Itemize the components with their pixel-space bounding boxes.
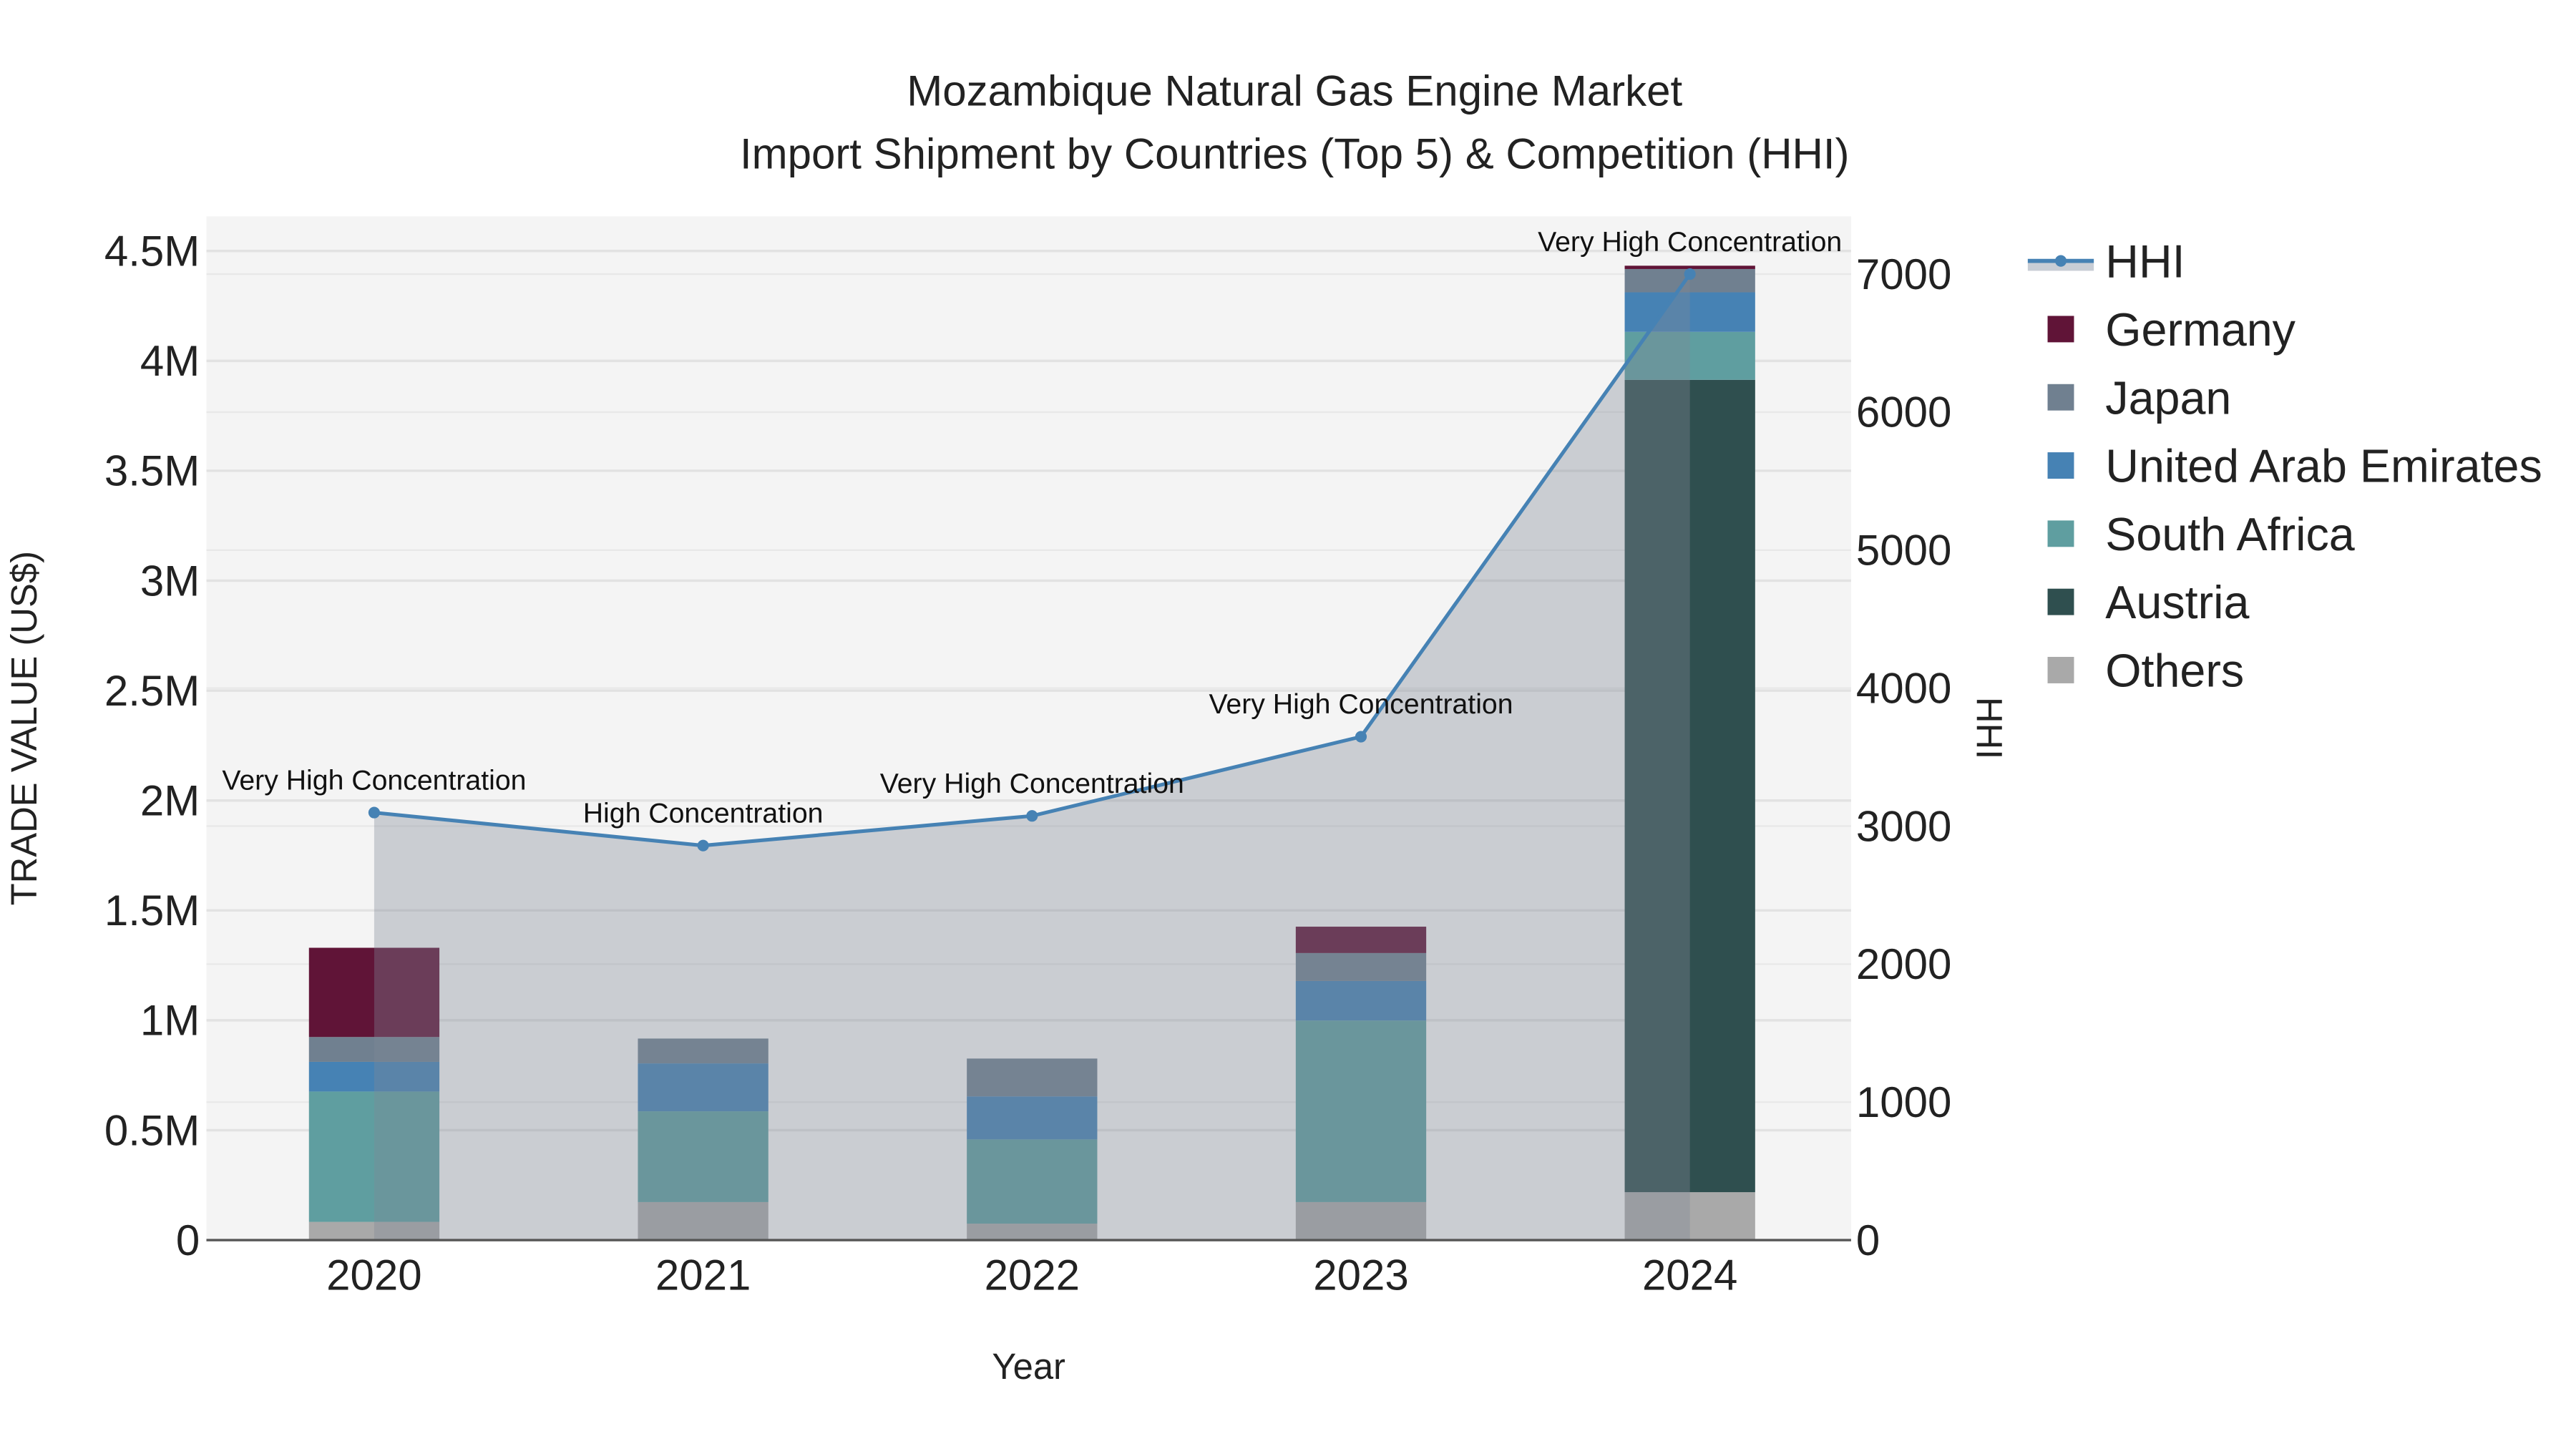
legend-item-hhi[interactable]: HHI xyxy=(2027,236,2185,288)
x-axis-title: Year xyxy=(992,1346,1065,1387)
chart: Very High Concentration High Concentratio… xyxy=(4,67,2542,1387)
y-tick-label: 2.5M xyxy=(104,667,200,715)
legend: HHI Germany Japan United Arab Emirates South… xyxy=(2027,236,2542,697)
hhi-point-2024 xyxy=(1684,268,1696,280)
y-tick-label: 3M xyxy=(140,557,200,605)
legend-label: South Africa xyxy=(2105,509,2354,560)
x-tick-label: 2024 xyxy=(1642,1251,1737,1299)
y-axis-title: TRADE VALUE (US$) xyxy=(4,551,44,905)
legend-item-others[interactable]: Others xyxy=(2047,645,2245,697)
hhi-annotation: High Concentration xyxy=(583,797,824,829)
y2-tick-label: 5000 xyxy=(1856,527,1951,575)
hhi-point-2021 xyxy=(697,839,709,852)
legend-swatch xyxy=(2047,520,2074,547)
legend-label: Others xyxy=(2105,645,2244,697)
y2-tick-label: 2000 xyxy=(1856,940,1951,988)
y-tick-label: 3.5M xyxy=(104,447,200,495)
hhi-point-2022 xyxy=(1026,810,1038,822)
legend-item-germany[interactable]: Germany xyxy=(2047,304,2296,356)
y-tick-label: 2M xyxy=(140,776,200,824)
x-tick-label: 2023 xyxy=(1313,1251,1408,1299)
y2-tick-label: 4000 xyxy=(1856,664,1951,712)
y2-tick-label: 7000 xyxy=(1856,250,1951,298)
y2-tick-label: 3000 xyxy=(1856,802,1951,850)
hhi-point-2020 xyxy=(368,806,380,819)
legend-item-united-arab-emirates[interactable]: United Arab Emirates xyxy=(2047,441,2542,492)
y-tick-label: 4M xyxy=(140,337,200,385)
legend-swatch xyxy=(2047,657,2074,683)
x-tick-label: 2021 xyxy=(655,1251,751,1299)
legend-item-austria[interactable]: Austria xyxy=(2047,577,2250,628)
chart-subtitle: Import Shipment by Countries (Top 5) & C… xyxy=(740,130,1850,177)
x-tick-label: 2022 xyxy=(985,1251,1080,1299)
legend-item-japan[interactable]: Japan xyxy=(2047,372,2232,424)
y-tick-label: 4.5M xyxy=(104,228,200,275)
hhi-annotation: Very High Concentration xyxy=(880,768,1184,799)
legend-swatch xyxy=(2047,316,2074,343)
legend-swatch xyxy=(2047,588,2074,615)
x-tick-label: 2020 xyxy=(326,1251,421,1299)
legend-label: HHI xyxy=(2105,236,2185,288)
legend-label: Austria xyxy=(2105,577,2249,628)
y2-tick-label: 6000 xyxy=(1856,389,1951,436)
legend-swatch xyxy=(2047,384,2074,411)
y-tick-label: 0.5M xyxy=(104,1106,200,1154)
y2-tick-label: 1000 xyxy=(1856,1078,1951,1126)
legend-item-south-africa[interactable]: South Africa xyxy=(2047,509,2355,560)
y-tick-label: 1M xyxy=(140,997,200,1045)
y2-axis-title: HHI xyxy=(1968,697,2009,759)
legend-marker xyxy=(2054,255,2067,267)
y-tick-label: 1.5M xyxy=(104,887,200,935)
y2-tick-label: 0 xyxy=(1856,1216,1880,1264)
hhi-annotation: Very High Concentration xyxy=(1538,226,1842,258)
hhi-annotation: Very High Concentration xyxy=(1209,688,1513,720)
y-tick-label: 0 xyxy=(176,1216,200,1264)
legend-swatch xyxy=(2047,452,2074,479)
legend-label: United Arab Emirates xyxy=(2105,441,2542,492)
hhi-annotation: Very High Concentration xyxy=(222,764,526,796)
chart-title: Mozambique Natural Gas Engine Market xyxy=(907,67,1682,115)
legend-label: Japan xyxy=(2105,372,2231,424)
legend-label: Germany xyxy=(2105,304,2296,356)
hhi-point-2023 xyxy=(1355,731,1367,743)
